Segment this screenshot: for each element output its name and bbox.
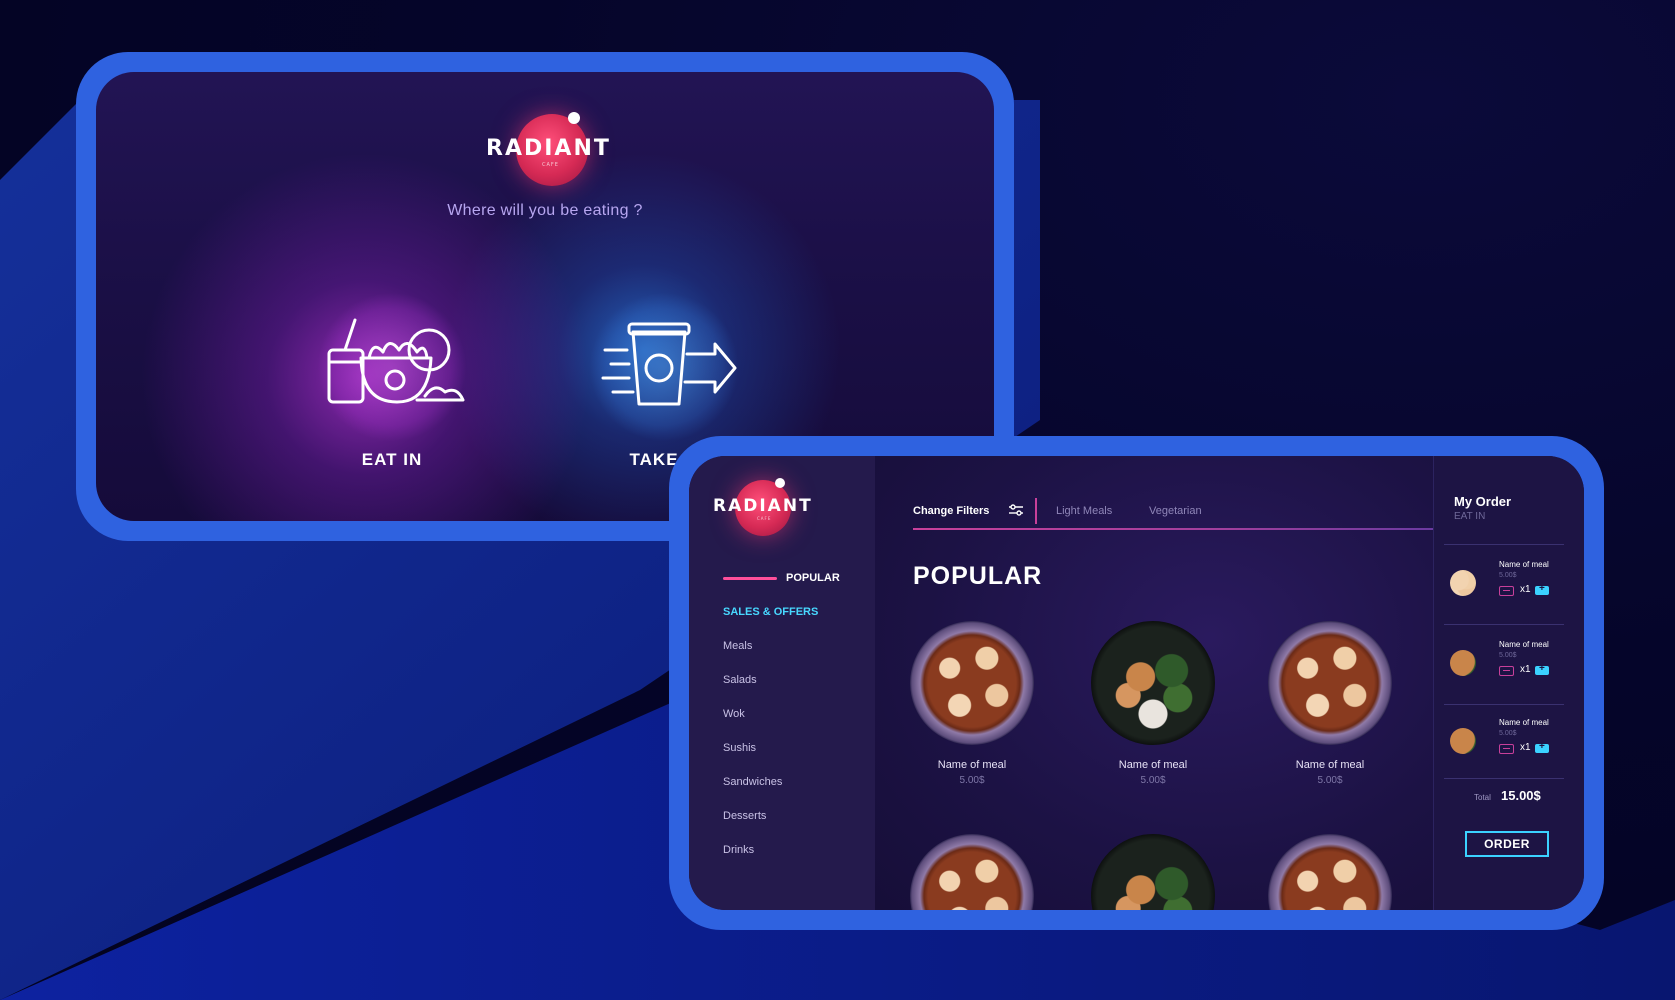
sidebar-item-sales-offers[interactable]: SALES & OFFERS: [723, 606, 818, 618]
total-value: 15.00$: [1501, 788, 1541, 803]
order-item-image: [1450, 570, 1476, 596]
divider: [1444, 778, 1564, 779]
meal-card[interactable]: [907, 834, 1037, 910]
order-item-image: [1450, 650, 1476, 676]
order-item-price: 5.00$: [1499, 652, 1517, 659]
brand-logo: RADIANT CAFE: [486, 106, 616, 186]
eat-in-label: EAT IN: [361, 450, 423, 469]
filter-chip-light-meals[interactable]: Light Meals: [1056, 505, 1112, 517]
meal-name: Name of meal: [1118, 759, 1188, 771]
meal-image: [1091, 621, 1215, 745]
logo-dot: [568, 112, 580, 124]
meal-image: [1091, 834, 1215, 910]
menu-screen-frame: RADIANT CAFE POPULAR SALES & OFFERS Meal…: [669, 436, 1604, 930]
welcome-question: Where will you be eating ?: [447, 202, 643, 219]
brand-name: RADIANT: [713, 496, 813, 516]
order-item: Name of meal 5.00$ x1: [1444, 636, 1574, 696]
meal-image: [1268, 621, 1392, 745]
sidebar-item-desserts[interactable]: Desserts: [723, 810, 766, 822]
filter-divider: [1035, 498, 1037, 524]
increase-quantity-button[interactable]: [1535, 741, 1549, 753]
sidebar-item-meals[interactable]: Meals: [723, 640, 752, 652]
brand-name: RADIANT: [486, 136, 611, 161]
order-item: Name of meal 5.00$ x1: [1444, 556, 1574, 616]
divider: [1444, 624, 1564, 625]
filter-bar: Change Filters Light Meals Vegetarian: [913, 498, 1433, 530]
take-out-halo: [589, 292, 739, 442]
change-filters-button[interactable]: Change Filters: [913, 505, 989, 517]
meal-card[interactable]: Name of meal 5.00$: [1088, 621, 1218, 786]
increase-quantity-button[interactable]: [1535, 663, 1549, 675]
total-label: Total: [1474, 793, 1491, 802]
sidebar-item-popular[interactable]: POPULAR: [786, 572, 840, 584]
noodle-bowl-icon: [327, 318, 465, 404]
order-item-name: Name of meal: [1499, 640, 1549, 649]
meal-image: [910, 621, 1034, 745]
eat-in-option[interactable]: EAT IN: [292, 292, 492, 470]
sidebar-item-drinks[interactable]: Drinks: [723, 844, 754, 856]
order-item-quantity: x1: [1520, 584, 1531, 595]
logo-dot: [775, 478, 785, 488]
sidebar-item-sushis[interactable]: Sushis: [723, 742, 756, 754]
brand-sub: CAFE: [542, 162, 559, 168]
order-item-name: Name of meal: [1499, 718, 1549, 727]
sidebar-item-sandwiches[interactable]: Sandwiches: [723, 776, 782, 788]
meal-image: [910, 834, 1034, 910]
filter-chip-vegetarian[interactable]: Vegetarian: [1149, 505, 1202, 517]
eat-in-halo: [317, 292, 467, 442]
order-item-quantity: x1: [1520, 664, 1531, 675]
menu-screen: RADIANT CAFE POPULAR SALES & OFFERS Meal…: [689, 456, 1584, 910]
increase-quantity-button[interactable]: [1535, 583, 1549, 595]
meal-price: 5.00$: [1317, 775, 1343, 786]
order-item-quantity: x1: [1520, 742, 1531, 753]
divider: [1444, 544, 1564, 545]
takeaway-cup-icon: [601, 322, 737, 406]
filter-sliders-icon[interactable]: [1008, 503, 1024, 517]
decrease-quantity-button[interactable]: [1499, 744, 1514, 754]
meal-card[interactable]: [1088, 834, 1218, 910]
decrease-quantity-button[interactable]: [1499, 586, 1514, 596]
order-title: My Order: [1454, 494, 1512, 509]
meal-price: 5.00$: [959, 775, 985, 786]
sidebar-item-wok[interactable]: Wok: [723, 708, 745, 720]
meal-card[interactable]: Name of meal 5.00$: [907, 621, 1037, 786]
order-item-price: 5.00$: [1499, 730, 1517, 737]
menu-main: Change Filters Light Meals Vegetarian PO…: [875, 456, 1433, 910]
sidebar-item-salads[interactable]: Salads: [723, 674, 757, 686]
order-item-name: Name of meal: [1499, 560, 1549, 569]
filter-underline: [913, 528, 1433, 530]
meal-name: Name of meal: [937, 759, 1007, 771]
active-indicator: [723, 577, 777, 580]
meal-price: 5.00$: [1140, 775, 1166, 786]
meal-name: Name of meal: [1295, 759, 1365, 771]
decrease-quantity-button[interactable]: [1499, 666, 1514, 676]
category-sidebar: RADIANT CAFE POPULAR SALES & OFFERS Meal…: [689, 456, 875, 910]
meal-card[interactable]: [1265, 834, 1395, 910]
order-panel: My Order EAT IN Name of meal 5.00$ x1 Na…: [1433, 456, 1584, 910]
brand-sub: CAFE: [757, 516, 772, 521]
divider: [1444, 704, 1564, 705]
order-item-image: [1450, 728, 1476, 754]
order-item: Name of meal 5.00$ x1: [1444, 714, 1574, 774]
meal-image: [1268, 834, 1392, 910]
section-title: POPULAR: [913, 562, 1043, 590]
order-mode: EAT IN: [1454, 511, 1486, 522]
order-button[interactable]: ORDER: [1465, 831, 1549, 857]
brand-logo-small: RADIANT CAFE: [713, 478, 813, 538]
meal-card[interactable]: Name of meal 5.00$: [1265, 621, 1395, 786]
order-item-price: 5.00$: [1499, 572, 1517, 579]
